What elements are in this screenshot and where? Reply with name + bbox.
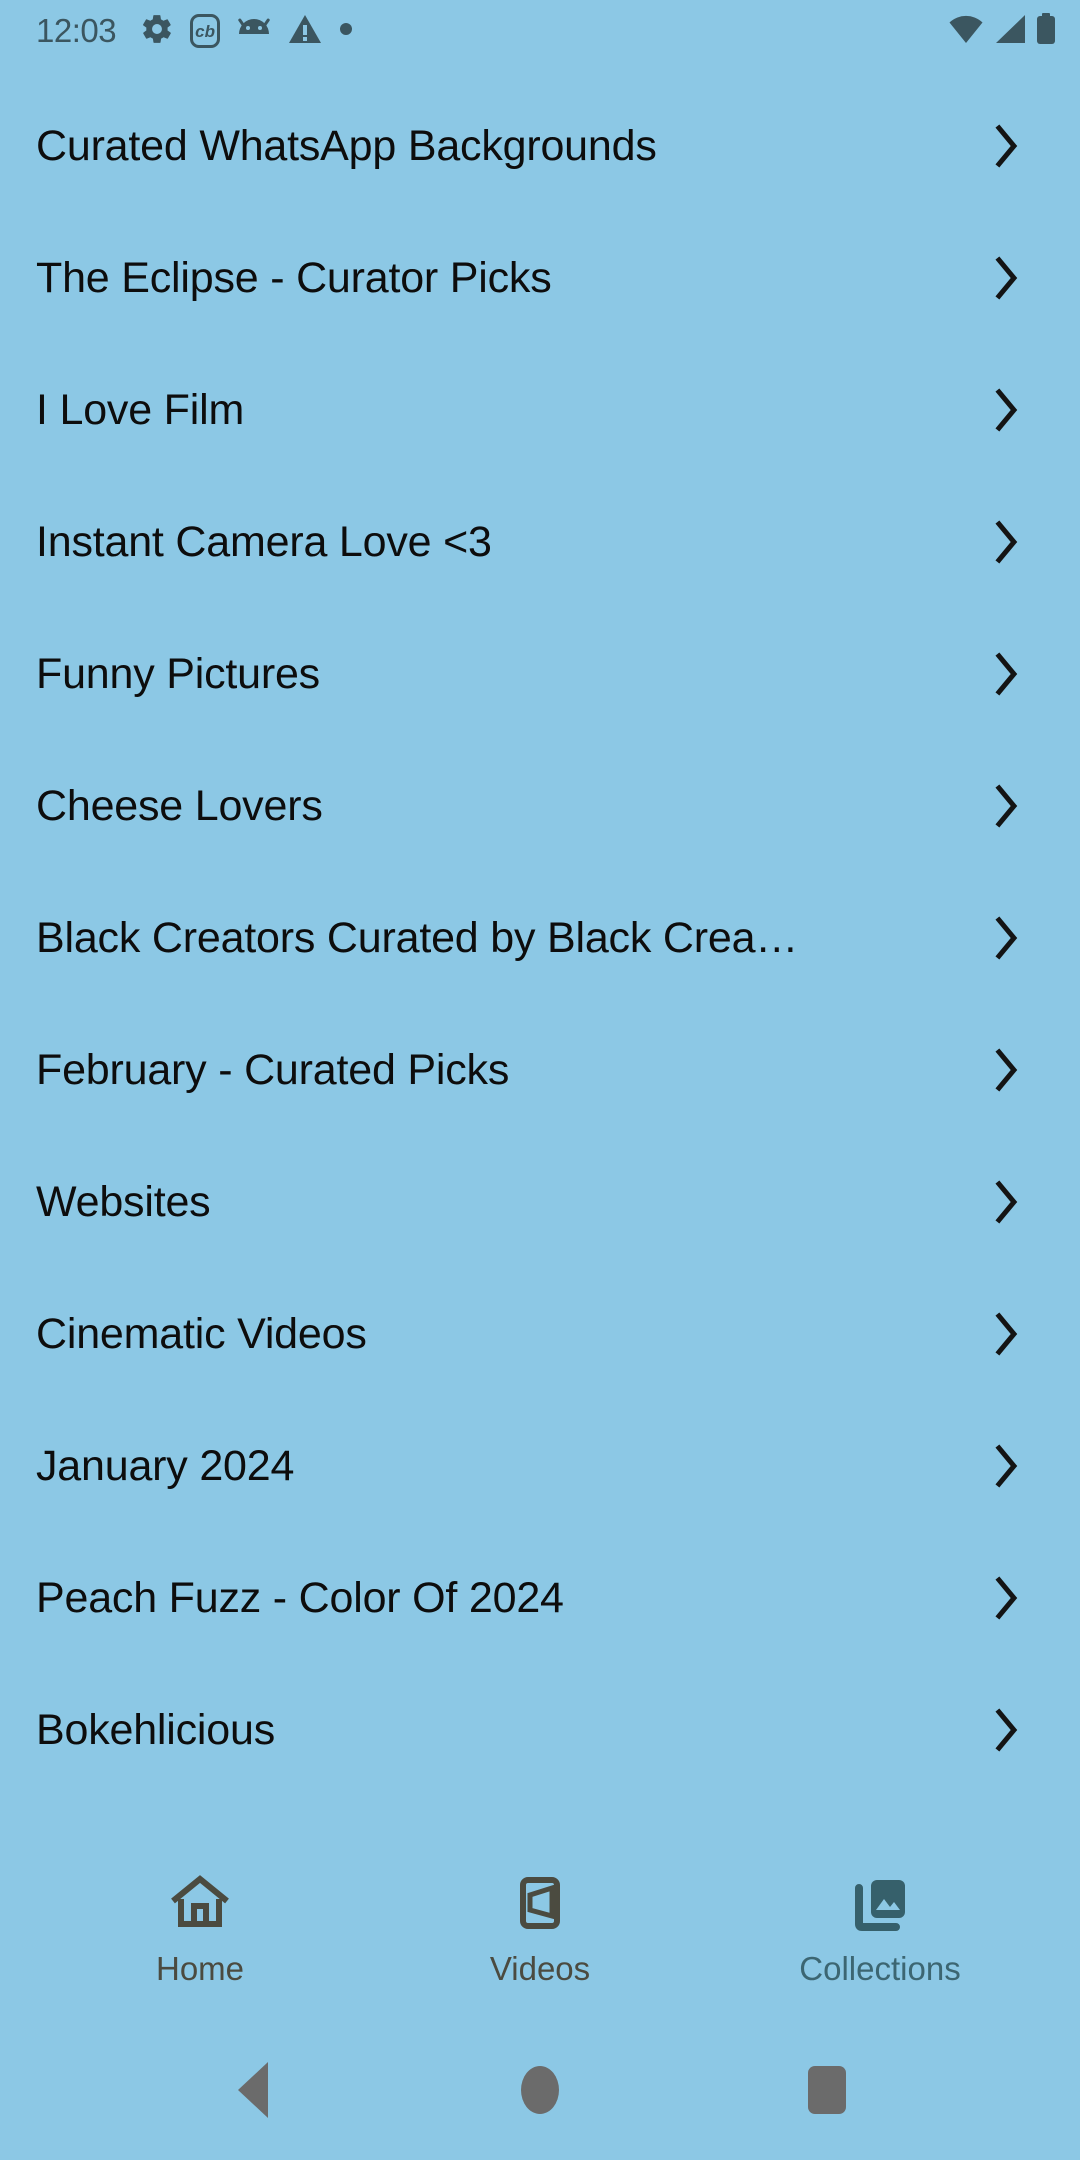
list-item[interactable]: Instant Camera Love <3 bbox=[0, 476, 1080, 608]
list-item[interactable]: January 2024 bbox=[0, 1400, 1080, 1532]
recents-square-icon bbox=[807, 2066, 846, 2114]
recents-button[interactable] bbox=[767, 2030, 887, 2150]
list-item[interactable]: Cinematic Videos bbox=[0, 1268, 1080, 1400]
videos-icon bbox=[511, 1874, 569, 1936]
collection-title: Instant Camera Love <3 bbox=[36, 517, 492, 566]
chevron-right-icon[interactable] bbox=[994, 1048, 1020, 1092]
collection-title: The Eclipse - Curator Picks bbox=[36, 253, 552, 302]
warning-triangle-icon bbox=[288, 13, 322, 50]
home-circle-icon bbox=[520, 2066, 559, 2114]
collection-title: I Love Film bbox=[36, 385, 245, 434]
status-bar-right-group bbox=[948, 12, 1056, 50]
chevron-right-icon[interactable] bbox=[994, 1180, 1020, 1224]
collection-title: Black Creators Curated by Black Crea… bbox=[36, 913, 799, 962]
collection-title: Cheese Lovers bbox=[36, 781, 323, 830]
cell-signal-icon bbox=[994, 14, 1026, 49]
list-item[interactable]: Peach Fuzz - Color Of 2024 bbox=[0, 1532, 1080, 1664]
dot-icon bbox=[338, 21, 354, 42]
home-icon bbox=[169, 1874, 231, 1936]
nav-tab-home[interactable]: Home bbox=[80, 1874, 320, 1988]
list-item[interactable]: Black Creators Curated by Black Crea… bbox=[0, 872, 1080, 1004]
cb-badge-icon: cb bbox=[190, 14, 221, 48]
list-item[interactable]: The Eclipse - Curator Picks bbox=[0, 212, 1080, 344]
chevron-right-icon[interactable] bbox=[994, 520, 1020, 564]
system-navigation-bar bbox=[0, 2020, 1080, 2160]
nav-tab-collections[interactable]: Collections bbox=[760, 1874, 1000, 1988]
nav-tab-label: Videos bbox=[489, 1950, 591, 1987]
list-item[interactable]: Funny Pictures bbox=[0, 608, 1080, 740]
wifi-icon bbox=[948, 14, 984, 49]
collection-title: Peach Fuzz - Color Of 2024 bbox=[36, 1573, 564, 1622]
back-button[interactable] bbox=[193, 2030, 313, 2150]
battery-icon bbox=[1036, 12, 1056, 50]
chevron-right-icon[interactable] bbox=[994, 1312, 1020, 1356]
list-item[interactable]: I Love Film bbox=[0, 344, 1080, 476]
chevron-right-icon[interactable] bbox=[994, 256, 1020, 300]
collection-title: Curated WhatsApp Backgrounds bbox=[36, 121, 657, 170]
back-triangle-icon bbox=[238, 2062, 269, 2118]
list-item[interactable]: Cheese Lovers bbox=[0, 740, 1080, 872]
collections-icon bbox=[849, 1874, 911, 1936]
collection-title: Cinematic Videos bbox=[36, 1309, 367, 1358]
bottom-navigation-bar: Home Videos Collections bbox=[0, 1850, 1080, 2020]
chevron-right-icon[interactable] bbox=[994, 1708, 1020, 1752]
chevron-right-icon[interactable] bbox=[994, 124, 1020, 168]
nav-tab-label: Home bbox=[155, 1950, 245, 1987]
chevron-right-icon[interactable] bbox=[994, 1576, 1020, 1620]
chevron-right-icon[interactable] bbox=[994, 652, 1020, 696]
chevron-right-icon[interactable] bbox=[994, 388, 1020, 432]
list-item[interactable]: Websites bbox=[0, 1136, 1080, 1268]
collection-title: February - Curated Picks bbox=[36, 1045, 510, 1094]
home-button[interactable] bbox=[480, 2030, 600, 2150]
collection-title: Funny Pictures bbox=[36, 649, 320, 698]
list-item[interactable]: February - Curated Picks bbox=[0, 1004, 1080, 1136]
collections-list: Curated WhatsApp Backgrounds The Eclipse… bbox=[0, 62, 1080, 1850]
collection-title: Bokehlicious bbox=[36, 1705, 276, 1754]
collection-title: January 2024 bbox=[36, 1441, 295, 1490]
list-item[interactable]: Bokehlicious bbox=[0, 1664, 1080, 1796]
chevron-right-icon[interactable] bbox=[994, 1444, 1020, 1488]
app-screen: 12:03 cb Curated WhatsApp Backgrounds Th… bbox=[0, 0, 1080, 2160]
cb-badge-label: cb bbox=[195, 21, 216, 41]
status-bar-clock: 12:03 bbox=[36, 12, 117, 49]
android-icon bbox=[236, 16, 272, 47]
status-bar: 12:03 cb bbox=[0, 0, 1080, 62]
gear-icon bbox=[140, 12, 174, 51]
nav-tab-label: Collections bbox=[799, 1950, 961, 1987]
list-item[interactable]: Curated WhatsApp Backgrounds bbox=[0, 80, 1080, 212]
chevron-right-icon[interactable] bbox=[994, 784, 1020, 828]
status-bar-left-group: 12:03 cb bbox=[36, 12, 354, 51]
nav-tab-videos[interactable]: Videos bbox=[420, 1874, 660, 1988]
chevron-right-icon[interactable] bbox=[994, 916, 1020, 960]
collection-title: Websites bbox=[36, 1177, 211, 1226]
